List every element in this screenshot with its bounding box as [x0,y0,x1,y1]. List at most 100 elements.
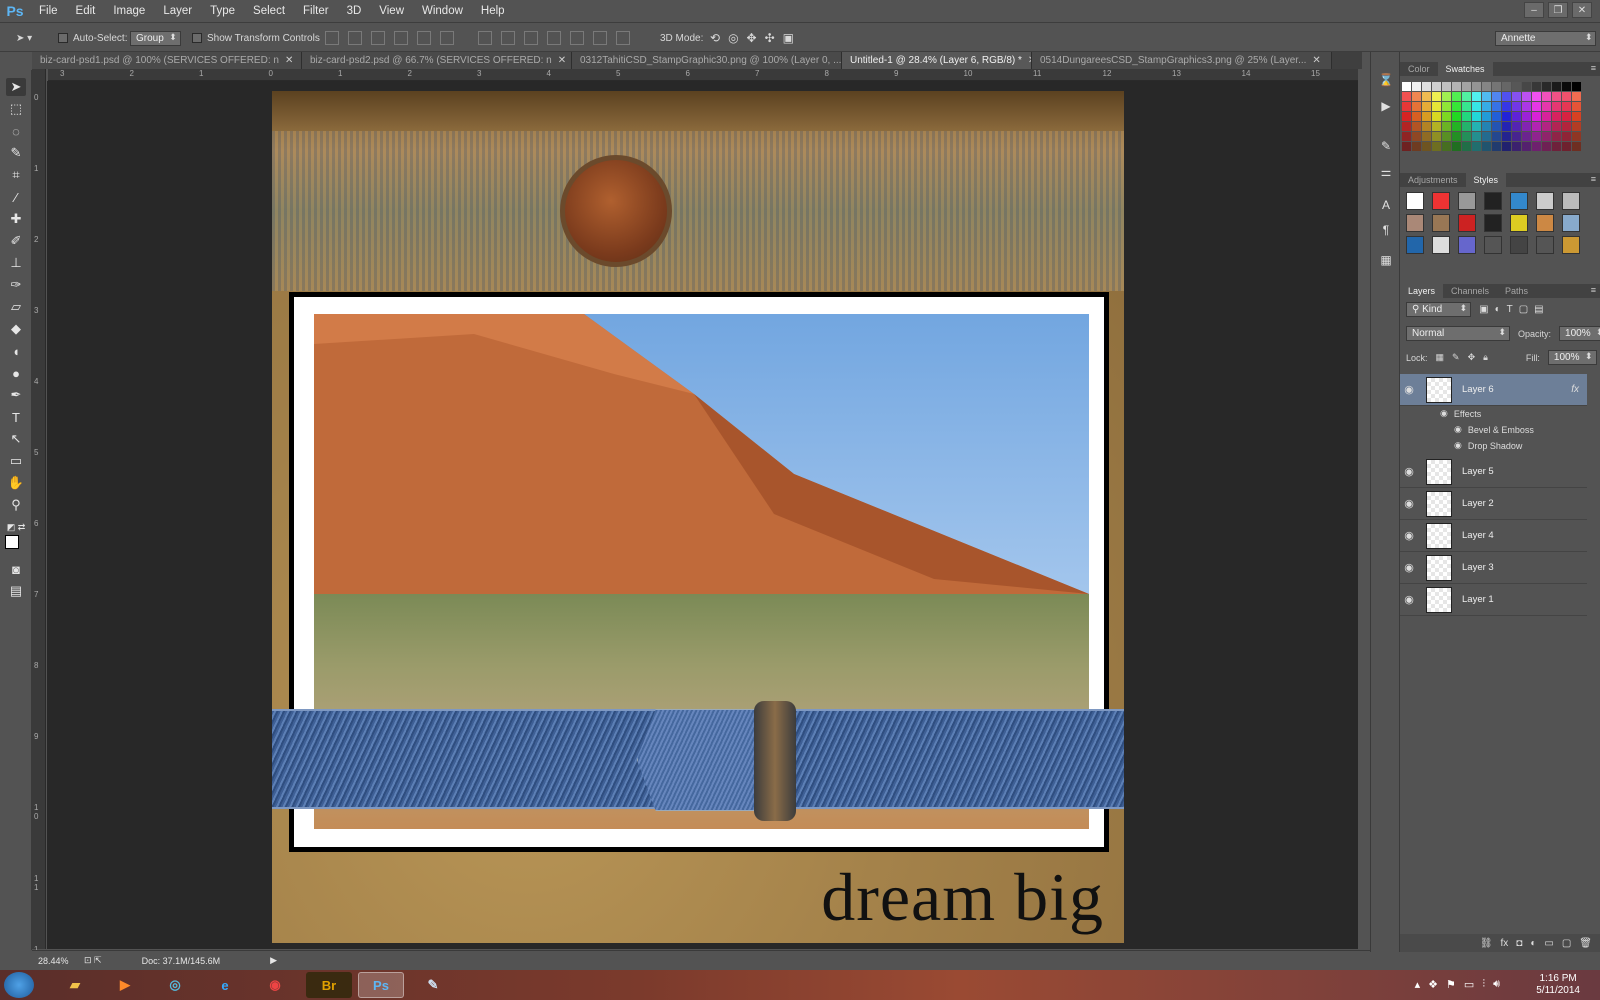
auto-select-checkbox[interactable] [58,33,68,43]
swatch[interactable] [1452,82,1461,91]
history-icon[interactable]: ⌛ [1377,72,1395,88]
swatch[interactable] [1442,102,1451,111]
transform-controls-checkbox[interactable] [192,33,202,43]
layer-filter-icons[interactable]: ▣◐T▢▤ [1479,304,1550,315]
swatch[interactable] [1452,122,1461,131]
taskbar-clock[interactable]: 1:16 PM 5/11/2014 [1536,973,1580,997]
panel-menu-icon[interactable]: ≡ [1591,174,1596,184]
swatch[interactable] [1502,82,1511,91]
style-preset[interactable] [1458,236,1476,254]
distribute-left-icon[interactable] [547,31,561,45]
tab-color[interactable]: Color [1400,62,1438,76]
swatch[interactable] [1532,142,1541,151]
style-preset[interactable] [1432,236,1450,254]
new-group-icon[interactable]: ▭ [1544,938,1553,949]
swatch[interactable] [1512,92,1521,101]
roll-3d-icon[interactable]: ◎ [728,31,738,45]
paint-app-icon[interactable]: ✎ [410,972,456,998]
swatch[interactable] [1522,92,1531,101]
swatch-grid[interactable] [1402,82,1582,157]
swatch[interactable] [1442,82,1451,91]
add-mask-icon[interactable]: ◘ [1516,938,1522,949]
status-menu-arrow-icon[interactable]: ▶ [270,955,277,966]
align-bottom-icon[interactable] [371,31,385,45]
swatch[interactable] [1562,82,1571,91]
fill-field[interactable]: 100% [1547,350,1597,365]
bridge-icon[interactable]: Br [306,972,352,998]
style-preset[interactable] [1484,192,1502,210]
swatch[interactable] [1422,132,1431,141]
swatch[interactable] [1502,132,1511,141]
shape-tool-icon[interactable]: ▭ [6,452,26,470]
swatch[interactable] [1502,92,1511,101]
swatch[interactable] [1422,122,1431,131]
tray-dropbox-icon[interactable]: ❖ [1428,978,1438,991]
swatch[interactable] [1522,82,1531,91]
paint-bucket-tool-icon[interactable]: ◆ [6,320,26,338]
style-preset[interactable] [1510,236,1528,254]
swatch[interactable] [1522,142,1531,151]
crop-tool-icon[interactable]: ⌗ [6,166,26,184]
swatch[interactable] [1432,92,1441,101]
style-preset[interactable] [1510,214,1528,232]
swatch[interactable] [1512,82,1521,91]
status-icons[interactable]: ⊡ ⇱ [84,955,102,966]
style-preset[interactable] [1458,214,1476,232]
swatch[interactable] [1532,82,1541,91]
tray-expand-icon[interactable]: ▴ [1415,978,1421,991]
swatch[interactable] [1462,92,1471,101]
actions-icon[interactable]: ▶ [1377,98,1395,114]
tray-volume-icon[interactable]: 🔊︎ [1493,978,1500,991]
lock-transparent-icon[interactable]: ▦ [1436,352,1445,363]
brush-panel-icon[interactable]: ✎ [1377,138,1395,154]
swatch[interactable] [1442,92,1451,101]
swatch[interactable] [1512,122,1521,131]
swatch[interactable] [1572,82,1581,91]
swatch[interactable] [1502,122,1511,131]
visibility-eye-icon[interactable]: ◉ [1400,497,1418,510]
eyedropper-tool-icon[interactable]: ⁄ [6,188,26,206]
default-colors-icon[interactable]: ◩ ⇄ [6,518,26,536]
swatch[interactable] [1542,102,1551,111]
swatch[interactable] [1502,142,1511,151]
character-icon[interactable]: A [1377,197,1395,213]
swatch[interactable] [1422,112,1431,121]
swatch[interactable] [1572,102,1581,111]
rotate-3d-icon[interactable]: ⟲ [710,31,720,45]
align-right-icon[interactable] [440,31,454,45]
swatch[interactable] [1432,122,1441,131]
lock-position-icon[interactable]: ✥ [1468,352,1476,363]
clone-stamp-tool-icon[interactable]: ⊥ [6,254,26,272]
tab-paths[interactable]: Paths [1497,284,1536,298]
layer-row[interactable]: ◉ Layer 4 [1400,520,1587,552]
workspace-dropdown[interactable]: Annette [1495,30,1597,46]
brush-tool-icon[interactable]: ✐ [6,232,26,250]
effect-item-row[interactable]: ◉ Bevel & Emboss [1400,422,1587,437]
swatch[interactable] [1422,92,1431,101]
swatch[interactable] [1542,122,1551,131]
swatch[interactable] [1402,102,1411,111]
photoshop-taskbar-icon[interactable]: Ps [358,972,404,998]
visibility-eye-icon[interactable]: ◉ [1400,529,1418,542]
align-vcenter-icon[interactable] [348,31,362,45]
menu-3d[interactable]: 3D [338,5,371,17]
layer-row[interactable]: ◉ Layer 3 [1400,552,1587,584]
tab-swatches[interactable]: Swatches [1437,62,1493,76]
close-icon[interactable]: ✕ [558,55,566,66]
swatch[interactable] [1402,82,1411,91]
style-preset[interactable] [1484,236,1502,254]
swatch[interactable] [1512,132,1521,141]
menu-layer[interactable]: Layer [154,5,201,17]
visibility-eye-icon[interactable]: ◉ [1400,593,1418,606]
style-preset[interactable] [1562,214,1580,232]
zoom-tool-icon[interactable]: ⚲ [6,496,26,514]
swatch[interactable] [1492,82,1501,91]
distribute-bottom-icon[interactable] [524,31,538,45]
auto-align-icon[interactable] [616,31,630,45]
swatch[interactable] [1532,132,1541,141]
swatch[interactable] [1452,142,1461,151]
effects-row[interactable]: ◉ Effects [1400,406,1587,421]
menu-file[interactable]: File [30,5,67,17]
menu-window[interactable]: Window [413,5,472,17]
swatch[interactable] [1482,142,1491,151]
